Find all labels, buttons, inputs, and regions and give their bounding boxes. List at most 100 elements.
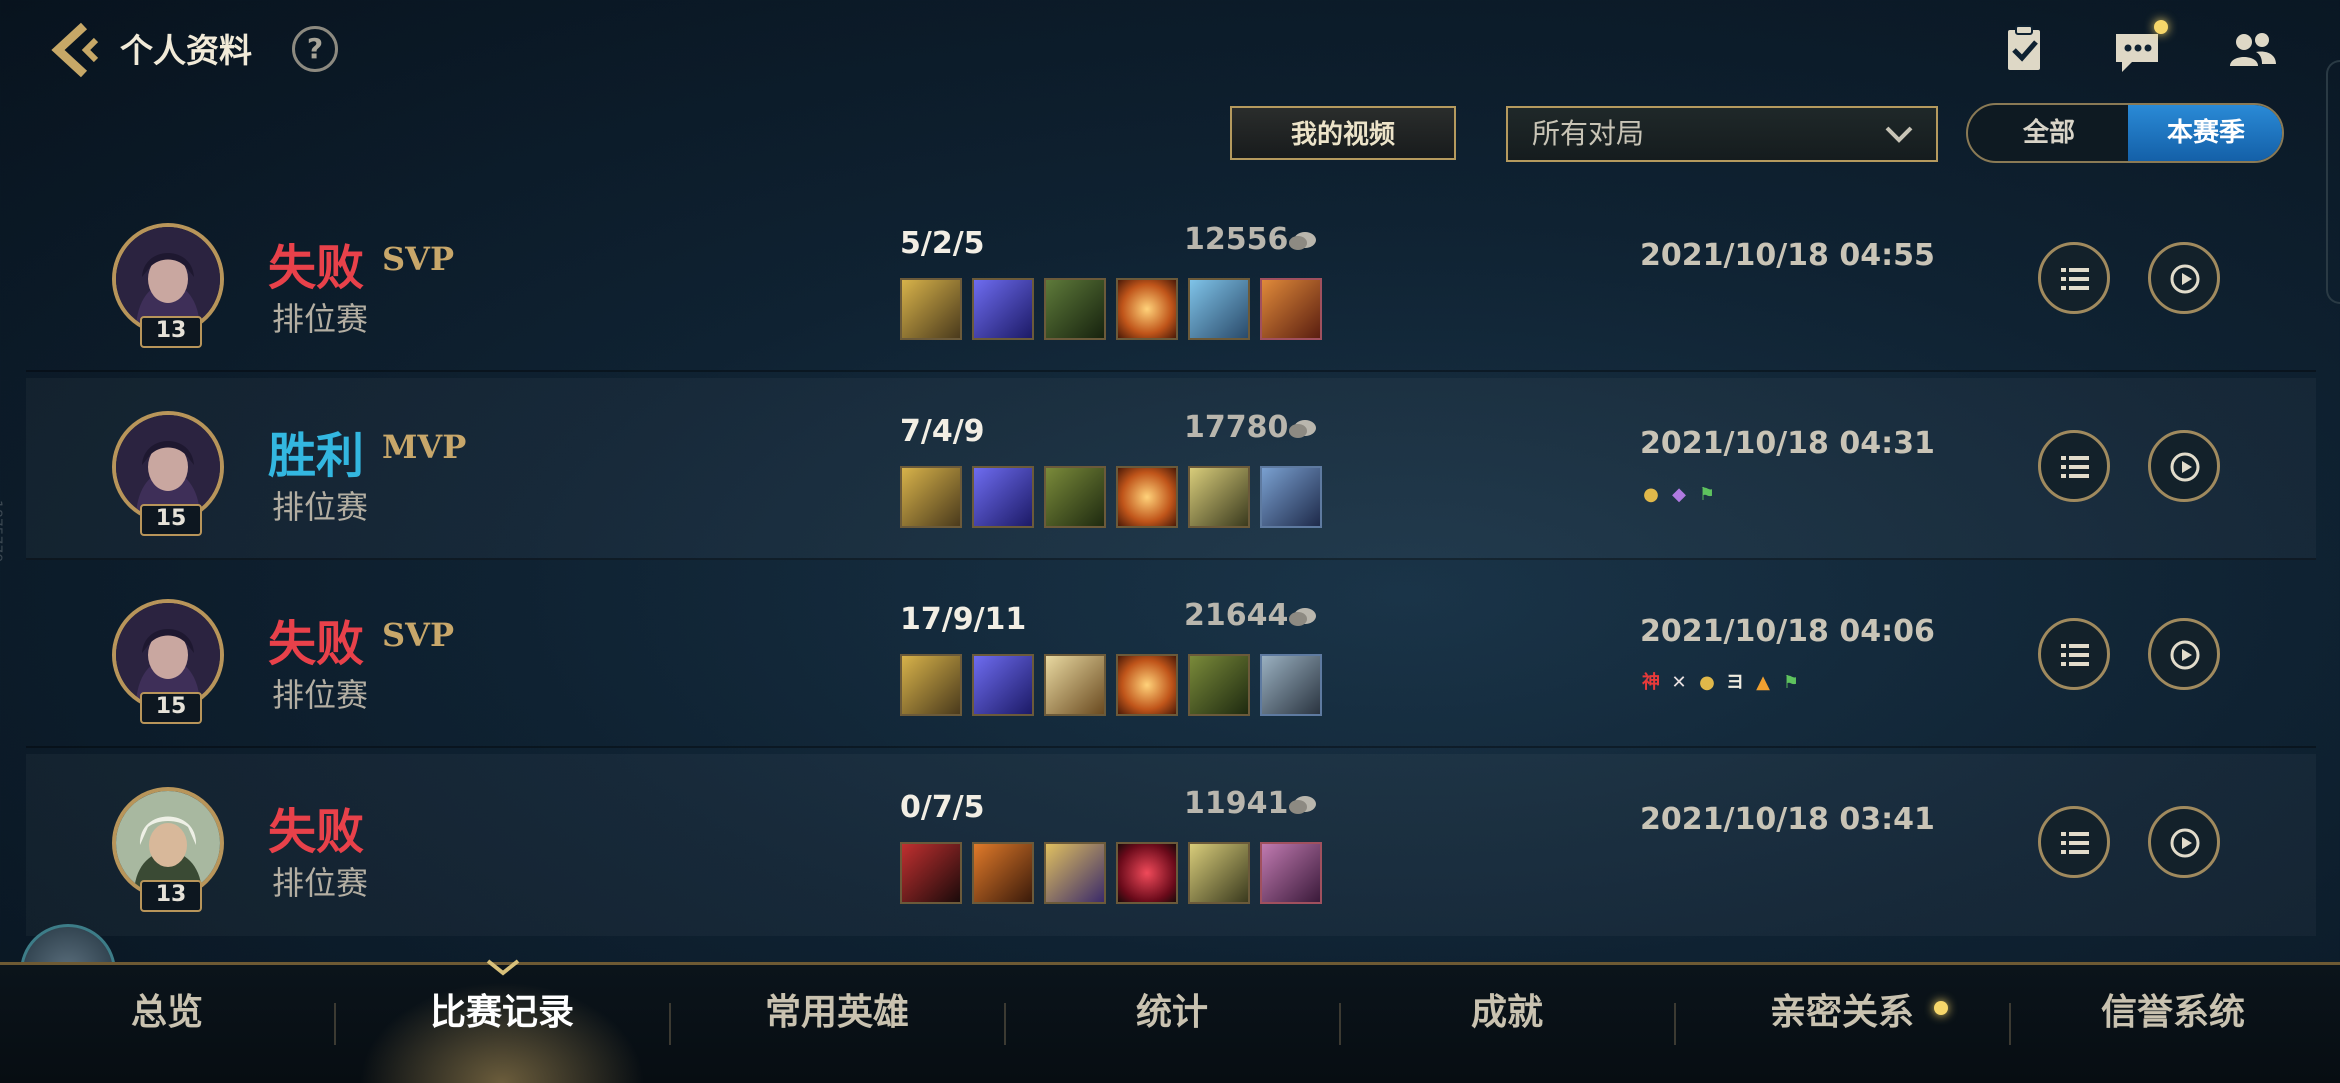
flag-icon: ⚑ <box>1782 672 1800 693</box>
game-mode: 排位赛 <box>272 864 369 902</box>
item-sword-icon[interactable] <box>900 654 962 716</box>
match-date: 2021/10/18 04:55 <box>1640 238 1935 273</box>
back-chevron-icon[interactable] <box>48 20 108 80</box>
crossed-swords-icon: ✕ <box>1671 672 1687 693</box>
replay-button[interactable] <box>2148 430 2220 502</box>
item-shield-icon[interactable] <box>1044 842 1106 904</box>
coins-icon: ● <box>1643 484 1659 505</box>
toggle-all[interactable]: 全部 <box>1968 105 2130 161</box>
gold-value: 11941 <box>1184 786 1289 821</box>
row-divider <box>26 370 2316 372</box>
flag-icon: ⚑ <box>1698 484 1716 505</box>
my-videos-button[interactable]: 我的视频 <box>1230 106 1456 160</box>
side-id-text: 1875779 <box>0 500 4 563</box>
item-armor-icon[interactable] <box>1188 278 1250 340</box>
gold-value: 21644 <box>1184 598 1289 633</box>
champion-level-badge: 13 <box>140 316 202 348</box>
item-sword-icon[interactable] <box>900 466 962 528</box>
tab-favorite-champions[interactable]: 常用英雄 <box>670 965 1004 1083</box>
match-row[interactable]: 15 失败 SVP 排位赛 17/9/11 21644 2021/10/18 0… <box>26 566 2316 748</box>
page-title: 个人资料 <box>120 31 252 70</box>
fire-icon: ▲ <box>1756 672 1770 693</box>
match-filter-select[interactable]: 所有对局 <box>1506 106 1938 162</box>
details-button[interactable] <box>2038 242 2110 314</box>
item-boots-icon[interactable] <box>1260 466 1322 528</box>
tab-achievements[interactable]: 成就 <box>1340 965 1674 1083</box>
item-crossbow-icon[interactable] <box>1188 654 1250 716</box>
match-filter-value: 所有对局 <box>1532 117 1645 150</box>
relationships-notification-dot <box>1934 1001 1948 1015</box>
item-axe-icon[interactable] <box>900 842 962 904</box>
chevron-down-icon <box>1884 122 1914 146</box>
item-blade-icon[interactable] <box>972 278 1034 340</box>
match-result: 失败 <box>268 240 365 296</box>
item-staff-icon[interactable] <box>1116 654 1178 716</box>
item-staff-icon[interactable] <box>1116 278 1178 340</box>
honor-badge: SVP <box>382 240 454 278</box>
tab-honor-system[interactable]: 信誉系统 <box>2006 965 2340 1083</box>
replay-button[interactable] <box>2148 806 2220 878</box>
match-date: 2021/10/18 03:41 <box>1640 802 1935 837</box>
godlike-tag: 神 <box>1642 672 1660 693</box>
item-gem-icon[interactable] <box>1116 842 1178 904</box>
game-mode: 排位赛 <box>272 488 369 526</box>
match-date: 2021/10/18 04:06 <box>1640 614 1935 649</box>
item-blade-icon[interactable] <box>972 654 1034 716</box>
item-crossbow-icon[interactable] <box>1044 466 1106 528</box>
toggle-this-season[interactable]: 本赛季 <box>2128 105 2282 161</box>
details-button[interactable] <box>2038 806 2110 878</box>
replay-button[interactable] <box>2148 618 2220 690</box>
side-panel-handle[interactable] <box>2326 60 2340 304</box>
item-wings-icon[interactable] <box>1044 654 1106 716</box>
kda: 0/7/5 <box>900 790 985 825</box>
crystal-icon: ◆ <box>1672 484 1686 505</box>
item-boots-icon[interactable] <box>1260 842 1322 904</box>
match-row[interactable]: 13 失败 SVP 排位赛 5/2/5 12556 2021/10/18 04:… <box>26 190 2316 372</box>
gold-coin-icon <box>1288 418 1318 440</box>
match-row[interactable]: 13 失败 排位赛 0/7/5 11941 2021/10/18 03:41 <box>26 754 2316 936</box>
item-blade-icon[interactable] <box>972 466 1034 528</box>
match-result: 胜利 <box>268 428 365 484</box>
game-mode: 排位赛 <box>272 300 369 338</box>
match-date: 2021/10/18 04:31 <box>1640 426 1935 461</box>
top-bar: 个人资料 ? <box>0 0 2340 100</box>
tab-match-history[interactable]: 比赛记录 <box>335 965 669 1083</box>
item-boots-icon[interactable] <box>1260 278 1322 340</box>
gold-coin-icon <box>1288 794 1318 816</box>
match-row[interactable]: 15 胜利 MVP 排位赛 7/4/9 17780 2021/10/18 04:… <box>26 378 2316 560</box>
champion-level-badge: 13 <box>140 880 202 912</box>
match-result: 失败 <box>268 804 365 860</box>
kda: 17/9/11 <box>900 602 1027 637</box>
item-shuriken-icon[interactable] <box>1188 466 1250 528</box>
tab-overview[interactable]: 总览 <box>0 965 334 1083</box>
item-staff-icon[interactable] <box>1116 466 1178 528</box>
friends-icon[interactable] <box>2222 22 2282 78</box>
season-toggle: 全部 本赛季 <box>1966 103 2284 163</box>
item-boots-icon[interactable] <box>1260 654 1322 716</box>
champion-level-badge: 15 <box>140 692 202 724</box>
champion-level-badge: 15 <box>140 504 202 536</box>
checklist-icon[interactable] <box>1994 22 2054 78</box>
gold-coin-icon <box>1288 230 1318 252</box>
honor-badge: SVP <box>382 616 454 654</box>
help-icon[interactable]: ? <box>292 26 338 72</box>
bottom-nav: 总览 比赛记录 常用英雄 统计 成就 亲密关系 信誉系统 <box>0 959 2340 1083</box>
row-divider <box>26 746 2316 748</box>
item-sword-icon[interactable] <box>900 278 962 340</box>
gold-value: 12556 <box>1184 222 1289 257</box>
gold-value: 17780 <box>1184 410 1289 445</box>
tab-relationships[interactable]: 亲密关系 <box>1675 965 2009 1083</box>
kda: 5/2/5 <box>900 226 985 261</box>
item-shuriken-icon[interactable] <box>1188 842 1250 904</box>
item-bow-icon[interactable] <box>1044 278 1106 340</box>
kda: 7/4/9 <box>900 414 985 449</box>
row-divider <box>26 558 2316 560</box>
triple-kill-tag: ヨ <box>1726 672 1744 693</box>
details-button[interactable] <box>2038 618 2110 690</box>
game-mode: 排位赛 <box>272 676 369 714</box>
chat-notification-dot <box>2154 20 2168 34</box>
replay-button[interactable] <box>2148 242 2220 314</box>
tab-statistics[interactable]: 统计 <box>1005 965 1339 1083</box>
item-flame-icon[interactable] <box>972 842 1034 904</box>
details-button[interactable] <box>2038 430 2110 502</box>
